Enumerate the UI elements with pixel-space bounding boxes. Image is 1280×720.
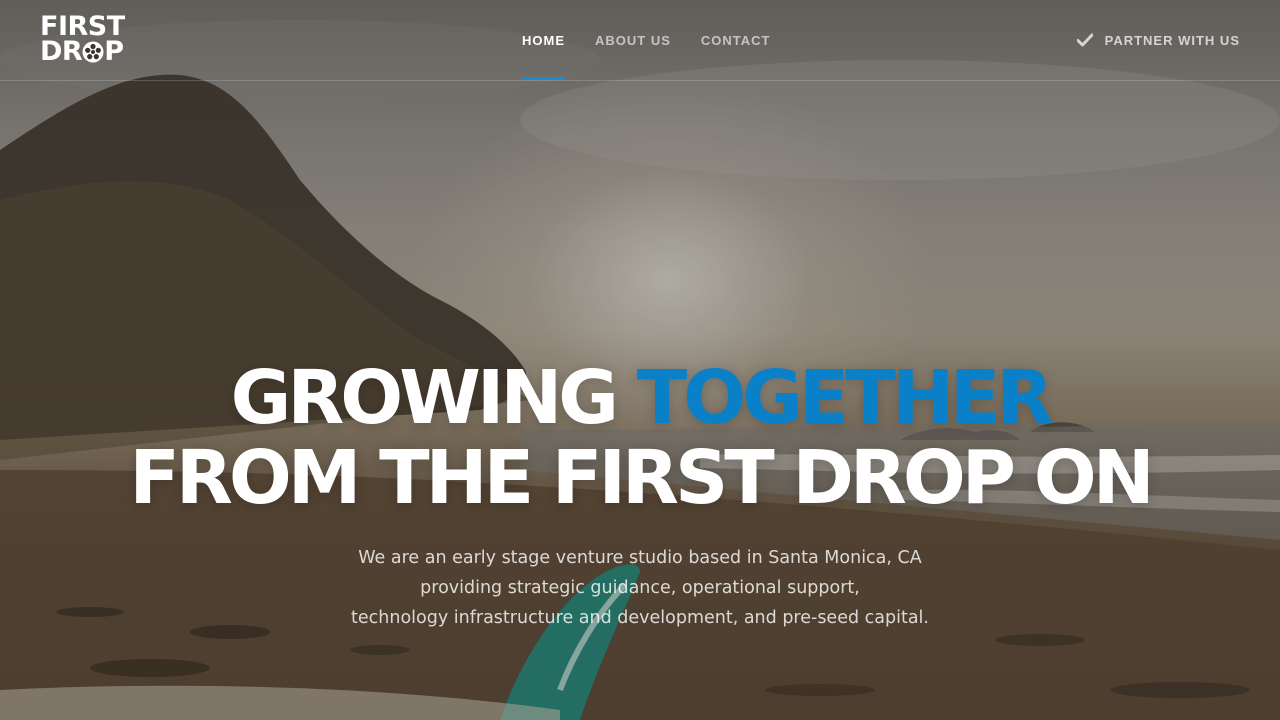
nav-item-contact[interactable]: CONTACT bbox=[701, 0, 771, 80]
hero-subtext-line-3: technology infrastructure and developmen… bbox=[351, 608, 929, 628]
nav-item-about-us[interactable]: ABOUT US bbox=[595, 0, 671, 80]
flower-icon bbox=[82, 41, 104, 63]
hero-subtext: We are an early stage venture studio bas… bbox=[0, 543, 1280, 633]
partner-with-us-label: PARTNER WITH US bbox=[1104, 32, 1240, 48]
hero-subtext-line-1: We are an early stage venture studio bas… bbox=[358, 548, 922, 568]
nav-item-home[interactable]: HOME bbox=[522, 0, 565, 80]
logo-line-2-suffix: P bbox=[104, 36, 124, 67]
hero-subtext-line-2: providing strategic guidance, operationa… bbox=[420, 578, 860, 598]
headline-line-2: FROM THE FIRST DROP ON bbox=[129, 435, 1154, 521]
headline-line-1: GROWING TOGETHER bbox=[0, 358, 1280, 438]
logo-line-2-prefix: DR bbox=[40, 36, 83, 67]
partner-with-us-button[interactable]: PARTNER WITH US bbox=[1076, 28, 1240, 52]
first-drop-logo[interactable]: FIRST DR P bbox=[40, 13, 132, 68]
site-header: FIRST DR P HOME ABOUT US CONTACT PARTNER bbox=[0, 0, 1280, 81]
hero-headline: GROWING TOGETHER FROM THE FIRST DROP ON bbox=[0, 358, 1280, 518]
logo-line-2: DR P bbox=[40, 36, 132, 67]
headline-line-1-white: GROWING bbox=[230, 355, 637, 441]
check-icon bbox=[1076, 33, 1093, 47]
landing-page: FIRST DR P HOME ABOUT US CONTACT PARTNER bbox=[0, 0, 1280, 720]
headline-line-1-accent: TOGETHER bbox=[636, 355, 1054, 441]
main-nav: HOME ABOUT US CONTACT bbox=[522, 0, 770, 80]
